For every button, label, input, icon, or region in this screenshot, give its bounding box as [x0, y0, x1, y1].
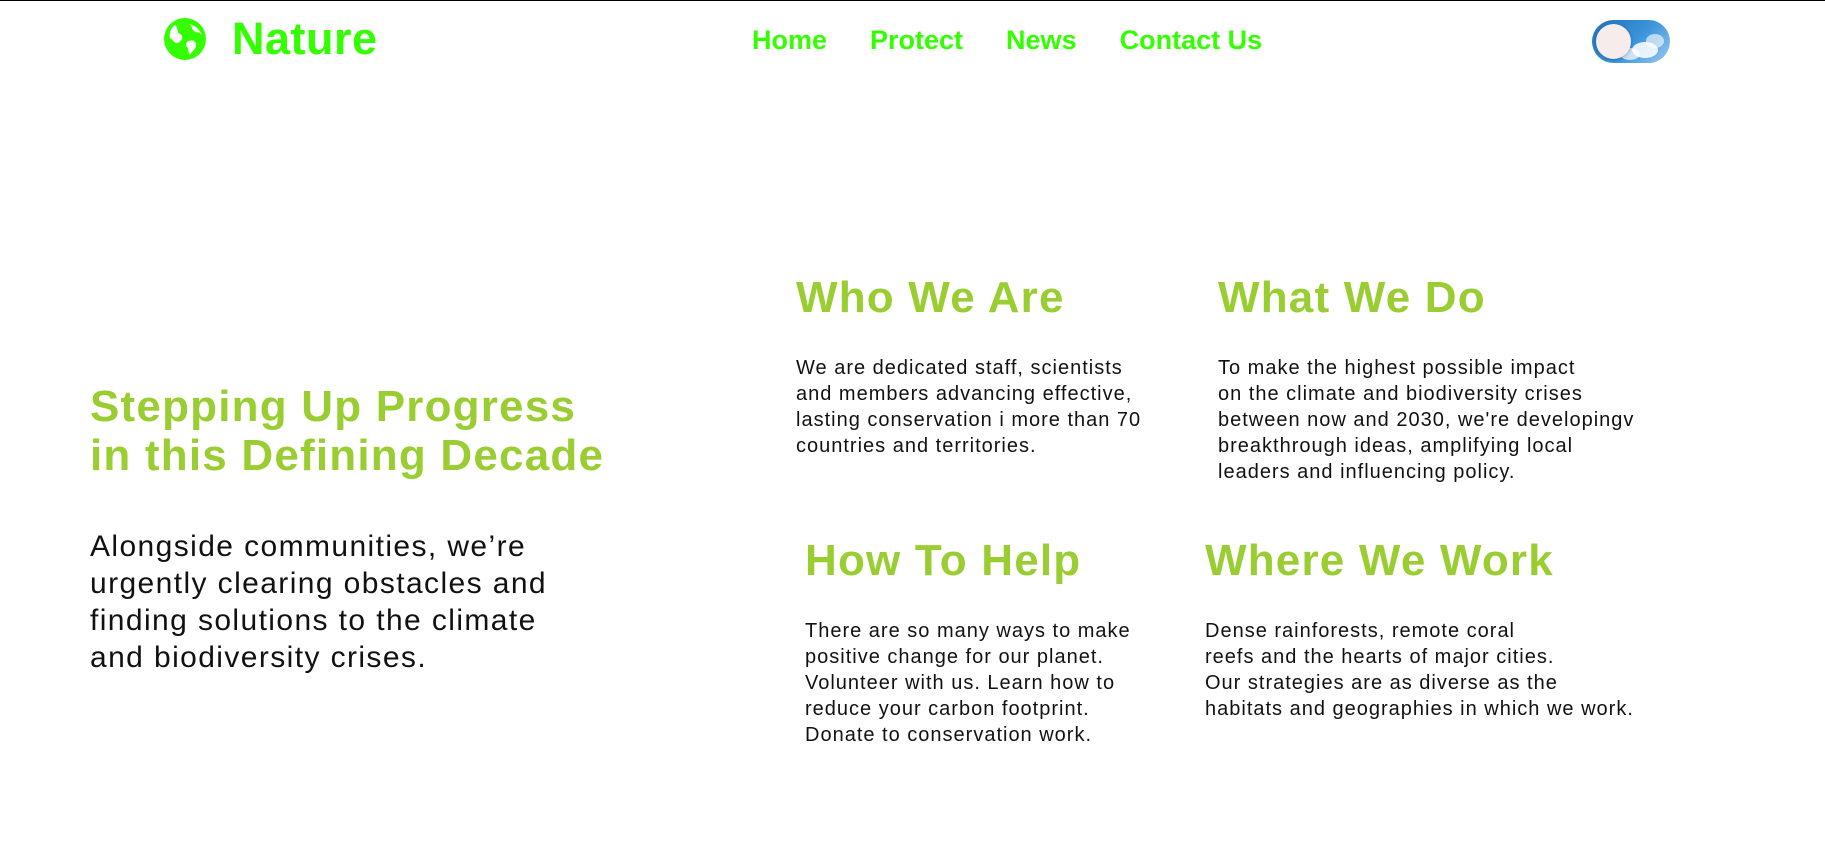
toggle-knob	[1596, 24, 1631, 59]
card-text-line: positive change for our planet.	[805, 646, 1104, 668]
theme-toggle[interactable]	[1592, 20, 1670, 63]
card-text-line: leaders and influencing policy.	[1218, 461, 1516, 483]
card-text-line: To make the highest possible impact	[1218, 357, 1576, 379]
hero-description: Alongside communities, we’re urgently cl…	[90, 528, 630, 676]
nav-link-protect[interactable]: Protect	[870, 24, 963, 56]
card-title: How To Help	[805, 536, 1082, 585]
hero-text-line: Alongside communities, we’re	[90, 530, 527, 563]
card-who-we-are: Who We Are We are dedicated staff, scien…	[796, 273, 1140, 457]
hero-title: Stepping Up Progress in this Defining De…	[90, 382, 710, 480]
nav-link-contact-us[interactable]: Contact Us	[1120, 24, 1263, 56]
card-text: We are dedicated staff, scientists and m…	[796, 355, 1196, 459]
card-title: Who We Are	[796, 273, 1065, 322]
card-text-line: Our strategies are as diverse as the	[1205, 672, 1558, 694]
card-text-line: habitats and geographies in which we wor…	[1205, 698, 1634, 720]
nav-link-news[interactable]: News	[1006, 24, 1077, 56]
card-title: What We Do	[1218, 273, 1486, 322]
card-text-line: We are dedicated staff, scientists	[796, 357, 1123, 379]
card-text: To make the highest possible impact on t…	[1218, 355, 1688, 485]
card-text-line: Volunteer with us. Learn how to	[805, 672, 1116, 694]
card-text-line: and members advancing effective,	[796, 383, 1133, 405]
card-text-line: reefs and the hearts of major cities.	[1205, 646, 1555, 668]
card-text-line: reduce your carbon footprint.	[805, 698, 1090, 720]
card-how-to-help: How To Help There are so many ways to ma…	[805, 536, 1130, 746]
card-text-line: There are so many ways to make	[805, 620, 1131, 642]
globe-icon	[164, 18, 206, 60]
hero-text-line: and biodiversity crises.	[90, 641, 428, 674]
hero-text-line: urgently clearing obstacles and	[90, 567, 547, 600]
main-nav: Home Protect News Contact Us	[752, 24, 1262, 56]
card-text-line: countries and territories.	[796, 435, 1037, 457]
card-text-line: between now and 2030, we're developingv	[1218, 409, 1635, 431]
card-text-line: Dense rainforests, remote coral	[1205, 620, 1516, 642]
card-text: There are so many ways to make positive …	[805, 618, 1185, 748]
brand-logo[interactable]: Nature	[162, 16, 378, 62]
hero-section: Stepping Up Progress in this Defining De…	[90, 382, 710, 676]
card-text-line: on the climate and biodiversity crises	[1218, 383, 1583, 405]
card-text: Dense rainforests, remote coral reefs an…	[1205, 618, 1705, 722]
card-what-we-do: What We Do To make the highest possible …	[1218, 273, 1633, 483]
hero-text-line: finding solutions to the climate	[90, 604, 537, 637]
navbar: Nature Home Protect News Contact Us	[0, 0, 1825, 82]
brand-name: Nature	[232, 13, 378, 64]
nav-link-home[interactable]: Home	[752, 24, 827, 56]
card-text-line: lasting conservation i more than 70	[796, 409, 1142, 431]
hero-title-line: Stepping Up Progress	[90, 382, 577, 431]
card-text-line: breakthrough ideas, amplifying local	[1218, 435, 1574, 457]
card-where-we-work: Where We Work Dense rainforests, remote …	[1205, 536, 1633, 720]
card-title: Where We Work	[1205, 536, 1554, 585]
cloud-icon	[1646, 34, 1664, 48]
card-text-line: Donate to conservation work.	[805, 724, 1093, 746]
hero-title-line: in this Defining Decade	[90, 431, 605, 480]
